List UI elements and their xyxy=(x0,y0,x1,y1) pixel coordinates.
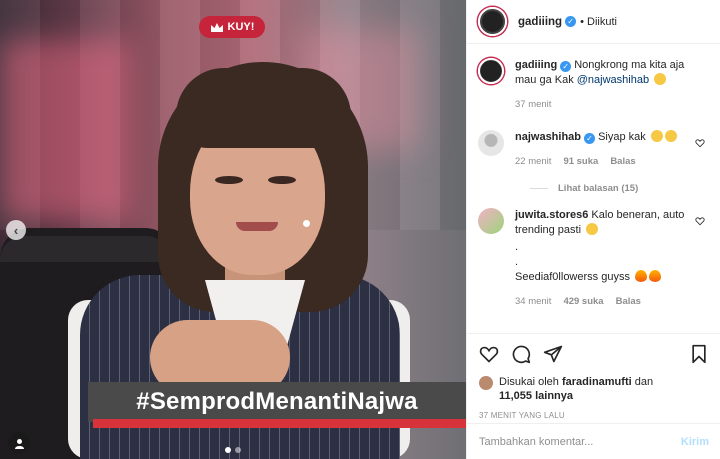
comment-line: . xyxy=(515,241,519,253)
eye xyxy=(215,176,243,184)
liker-avatar[interactable] xyxy=(479,376,493,390)
comment-time: 34 menit xyxy=(515,296,552,307)
caption-username[interactable]: gadiiing xyxy=(515,59,557,71)
liked-by-prefix: Disukai oleh xyxy=(499,376,559,388)
grinning-emoji-icon xyxy=(650,130,663,142)
heart-icon[interactable] xyxy=(695,138,705,148)
eye xyxy=(268,176,296,184)
post-actions: Disukai oleh faradinamufti dan 11,055 la… xyxy=(467,333,720,420)
likes-count-link[interactable]: 11,055 lainnya xyxy=(499,390,573,402)
banner-accent xyxy=(93,419,466,428)
comment-text: Siyap kak xyxy=(598,131,646,143)
commenter-avatar[interactable] xyxy=(478,130,504,156)
commenter-username[interactable]: najwashihab xyxy=(515,131,581,143)
author-username[interactable]: gadiiing xyxy=(518,16,562,28)
tagged-users-button[interactable] xyxy=(8,432,30,454)
liker-username[interactable]: faradinamufti xyxy=(562,376,632,388)
heart-icon[interactable] xyxy=(695,216,705,226)
hashtag-banner-text: #SemprodMenantiNajwa xyxy=(136,388,418,415)
grinning-emoji-icon xyxy=(586,223,599,235)
comment-bubble-icon[interactable] xyxy=(511,344,531,364)
share-paper-plane-icon[interactable] xyxy=(543,344,563,364)
comment-input[interactable] xyxy=(479,435,681,448)
bookmark-icon[interactable] xyxy=(689,344,709,364)
comment-line: Seediaf0llowerss guyss xyxy=(515,271,630,283)
view-replies-label: Lihat balasan (15) xyxy=(558,183,639,194)
earring xyxy=(303,220,310,227)
reply-button[interactable]: Balas xyxy=(610,154,635,169)
send-comment-button[interactable]: Kirim xyxy=(681,436,709,448)
post-side-panel: gadiiing ✓ • Diikuti gadiiing ✓ Nongkrong… xyxy=(466,0,720,459)
comment-line: . xyxy=(515,256,519,268)
carousel-dot xyxy=(235,447,241,453)
follow-status[interactable]: • Diikuti xyxy=(580,16,617,28)
commenter-username[interactable]: juwita.stores6 xyxy=(515,209,588,221)
comment-item: juwita.stores6 Kalo beneran, auto trendi… xyxy=(478,208,709,309)
caption-mention-link[interactable]: @najwashihab xyxy=(577,74,649,86)
chevron-left-icon: ‹ xyxy=(13,222,19,238)
verified-badge-icon: ✓ xyxy=(584,133,596,144)
liked-by: Disukai oleh faradinamufti dan 11,055 la… xyxy=(479,375,709,403)
hair-bangs xyxy=(176,68,351,148)
grinning-emoji-icon xyxy=(664,130,677,142)
add-comment-bar: Kirim xyxy=(467,423,720,459)
post-media[interactable]: KUY! #SemprodMenantiNajwa ‹ xyxy=(0,0,466,459)
badge-label: KUY! xyxy=(227,21,255,33)
carousel-dot xyxy=(225,447,231,453)
kuy-badge: KUY! xyxy=(199,16,265,38)
mouth xyxy=(236,222,278,231)
comment-list[interactable]: gadiiing ✓ Nongkrong ma kita aja mau ga K… xyxy=(467,44,720,334)
comment-item: najwashihab ✓ Siyap kak 22 menit 91 suka … xyxy=(478,130,709,169)
caption-time: 37 menit xyxy=(515,99,552,110)
chair-back xyxy=(0,236,170,262)
like-heart-icon[interactable] xyxy=(479,344,499,364)
comment-time: 22 menit xyxy=(515,156,552,167)
carousel-prev-button[interactable]: ‹ xyxy=(6,220,26,240)
fire-emoji-icon xyxy=(649,270,662,282)
user-icon xyxy=(14,438,24,449)
liked-by-connector: dan xyxy=(634,376,654,388)
laughing-emoji-icon xyxy=(654,73,667,85)
commenter-avatar[interactable] xyxy=(478,208,504,234)
author-avatar[interactable] xyxy=(478,7,507,36)
verified-badge-icon: ✓ xyxy=(560,61,572,72)
crown-icon xyxy=(210,22,223,32)
post-timestamp[interactable]: 37 MENIT YANG LALU xyxy=(479,411,709,420)
caption-avatar[interactable] xyxy=(478,58,504,84)
comment-likes[interactable]: 91 suka xyxy=(563,154,598,169)
carousel-dots xyxy=(225,447,241,453)
verified-badge-icon: ✓ xyxy=(565,16,577,27)
view-replies-button[interactable]: Lihat balasan (15) xyxy=(530,183,709,194)
post-header: gadiiing ✓ • Diikuti xyxy=(467,0,720,44)
reply-button[interactable]: Balas xyxy=(616,294,641,309)
studio-light xyxy=(0,40,130,220)
caption: gadiiing ✓ Nongkrong ma kita aja mau ga K… xyxy=(478,58,709,112)
fire-emoji-icon xyxy=(635,270,648,282)
comment-likes[interactable]: 429 suka xyxy=(563,294,603,309)
